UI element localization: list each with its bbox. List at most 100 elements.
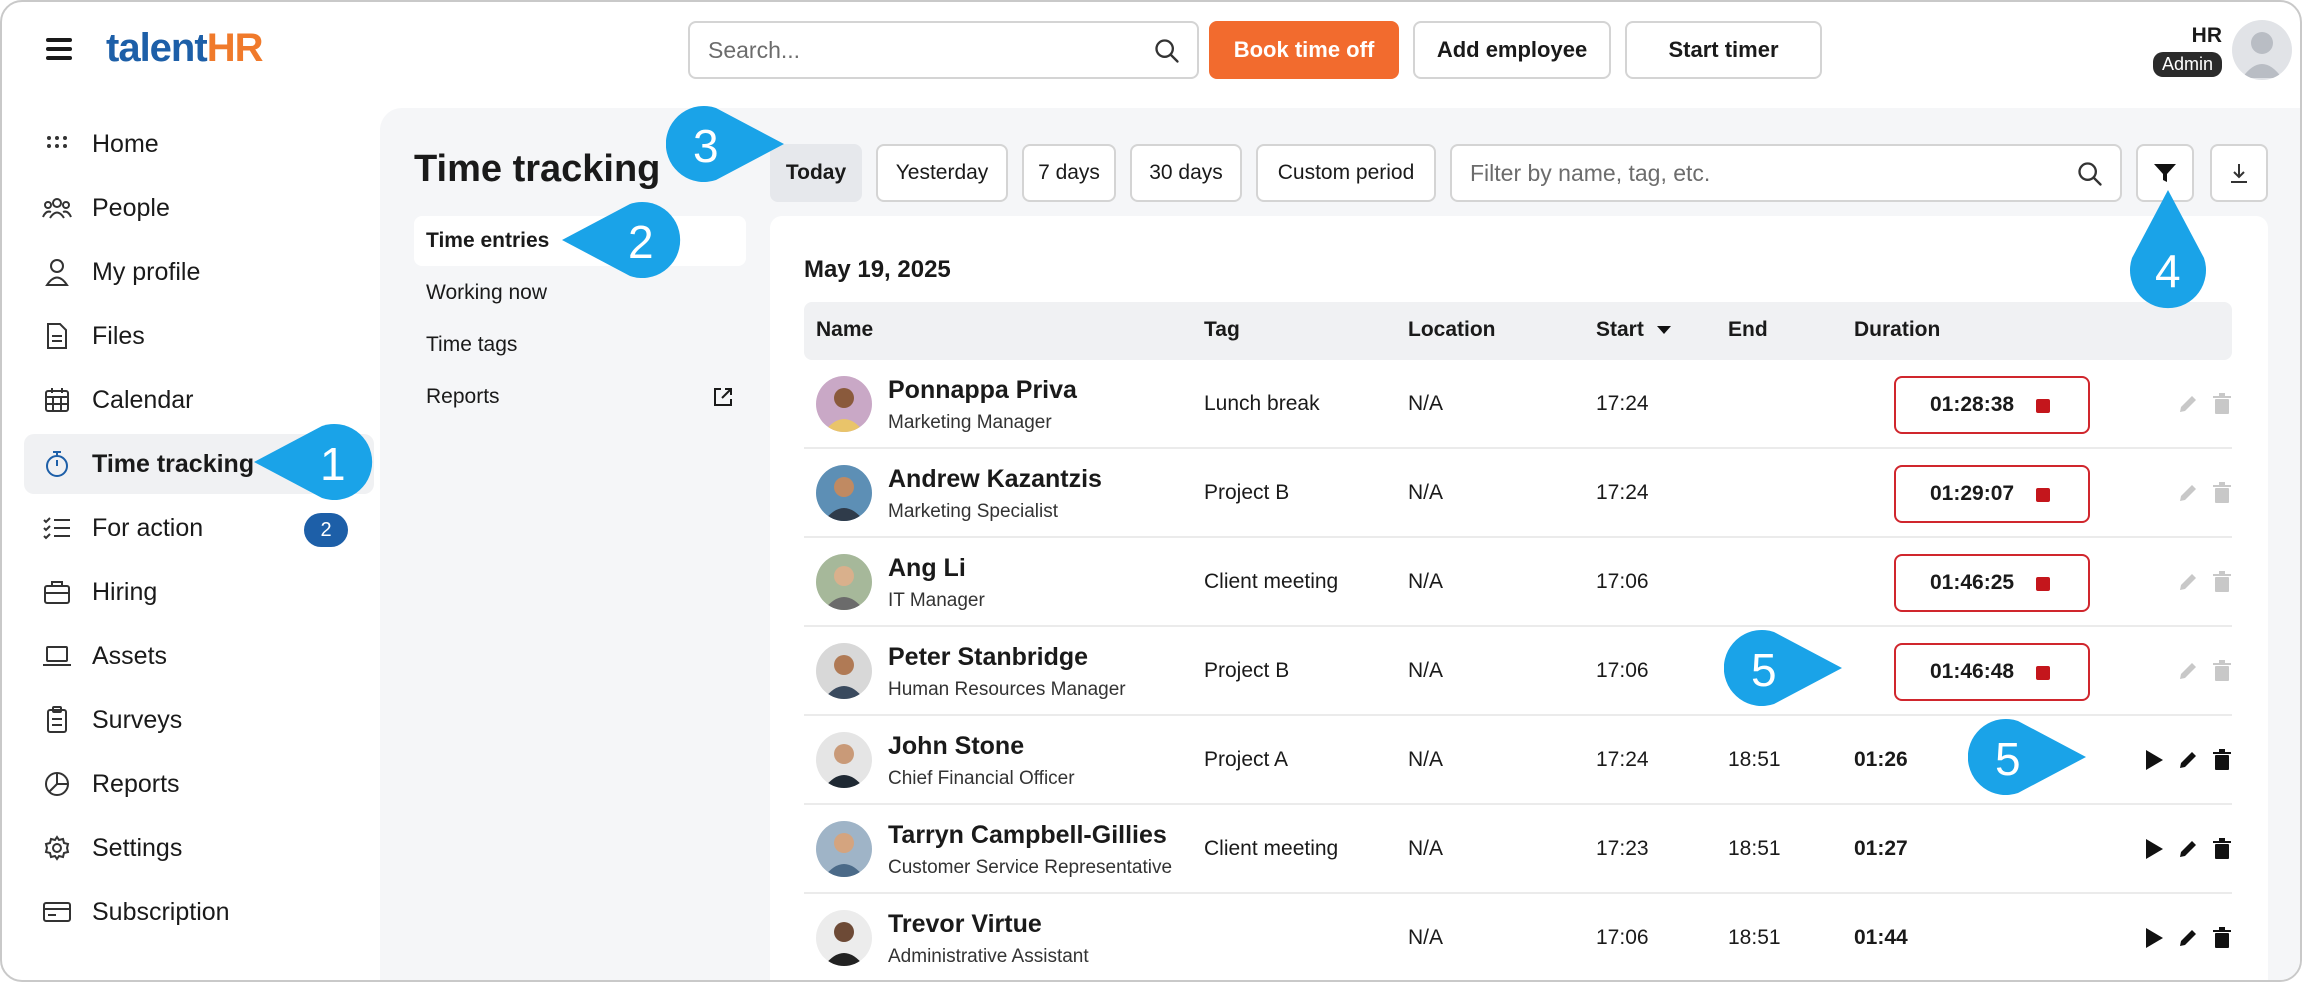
employee-name[interactable]: Trevor Virtue (888, 910, 1042, 939)
col-duration[interactable]: Duration (1854, 318, 1940, 342)
period-yesterday-button[interactable]: Yesterday (876, 144, 1008, 202)
search-input[interactable] (690, 23, 1130, 77)
play-icon[interactable] (2140, 924, 2168, 952)
sidebar-item-assets[interactable]: Assets (24, 626, 374, 686)
table-row[interactable]: Ang Li IT Manager Client meeting N/A 17:… (804, 538, 2232, 627)
play-icon[interactable] (2140, 746, 2168, 774)
logo[interactable]: talentHR (106, 26, 263, 71)
external-link-icon (714, 388, 732, 406)
location-cell: N/A (1408, 392, 1444, 415)
start-cell: 17:06 (1596, 926, 1649, 949)
download-icon (2231, 164, 2247, 183)
sidebar-item-surveys[interactable]: Surveys (24, 690, 374, 750)
tag-cell: Project B (1204, 659, 1290, 682)
running-timer[interactable]: 01:46:25 (1894, 554, 2090, 612)
filter-box (1450, 144, 2122, 202)
running-timer[interactable]: 01:28:38 (1894, 376, 2090, 434)
clipboard-icon (42, 705, 72, 735)
subnav-time-tags[interactable]: Time tags (414, 320, 746, 370)
sidebar-item-subscription[interactable]: Subscription (24, 882, 374, 942)
filter-input[interactable] (1452, 146, 2052, 200)
period-7-days-button[interactable]: 7 days (1022, 144, 1116, 202)
employee-name[interactable]: Tarryn Campbell-Gillies (888, 821, 1167, 850)
location-cell: N/A (1408, 659, 1444, 682)
location-cell: N/A (1408, 837, 1444, 860)
trash-icon[interactable] (2208, 835, 2236, 863)
edit-icon (2174, 390, 2202, 418)
sidebar-item-label: People (92, 193, 170, 222)
employee-name[interactable]: Andrew Kazantzis (888, 465, 1102, 494)
col-location[interactable]: Location (1408, 318, 1496, 342)
employee-role: IT Manager (888, 590, 985, 611)
running-timer[interactable]: 01:46:48 (1894, 643, 2090, 701)
person-icon (42, 257, 72, 287)
table-row[interactable]: Trevor Virtue Administrative Assistant N… (804, 894, 2232, 980)
edit-icon[interactable] (2174, 924, 2202, 952)
card-icon (42, 897, 72, 927)
sidebar-item-label: For action (92, 513, 204, 542)
stop-icon[interactable] (2036, 666, 2050, 680)
table-row[interactable]: Tarryn Campbell-Gillies Customer Service… (804, 805, 2232, 894)
edit-icon[interactable] (2174, 746, 2202, 774)
tag-cell: Lunch break (1204, 392, 1320, 415)
edit-icon[interactable] (2174, 835, 2202, 863)
sidebar-item-hiring[interactable]: Hiring (24, 562, 374, 622)
book-time-off-button[interactable]: Book time off (1209, 21, 1399, 79)
trash-icon (2208, 390, 2236, 418)
sidebar-item-label: Calendar (92, 385, 194, 414)
trash-icon[interactable] (2208, 746, 2236, 774)
stop-icon[interactable] (2036, 577, 2050, 591)
sidebar-item-settings[interactable]: Settings (24, 818, 374, 878)
sidebar-item-label: Assets (92, 641, 168, 670)
sidebar-item-calendar[interactable]: Calendar (24, 370, 374, 430)
checklist-icon (42, 513, 72, 543)
employee-role: Marketing Manager (888, 412, 1052, 433)
table-row[interactable]: Peter Stanbridge Human Resources Manager… (804, 627, 2232, 716)
col-name[interactable]: Name (816, 318, 873, 342)
sidebar-item-my-profile[interactable]: My profile (24, 242, 374, 302)
page-title: Time tracking (414, 148, 661, 190)
laptop-icon (42, 641, 72, 671)
search-icon[interactable] (1153, 37, 1181, 65)
sidebar-item-label: Home (92, 129, 159, 158)
employee-name[interactable]: Ponnappa Priva (888, 376, 1077, 405)
employee-name[interactable]: Peter Stanbridge (888, 643, 1088, 672)
download-button[interactable] (2210, 144, 2268, 202)
sidebar-item-files[interactable]: Files (24, 306, 374, 366)
sidebar-item-home[interactable]: Home (24, 114, 374, 174)
end-cell: 18:51 (1728, 926, 1781, 949)
menu-icon[interactable] (46, 38, 72, 60)
employee-role: Administrative Assistant (888, 946, 1089, 967)
play-icon[interactable] (2140, 835, 2168, 863)
trash-icon[interactable] (2208, 924, 2236, 952)
avatar[interactable] (2232, 20, 2292, 80)
table-row[interactable]: Andrew Kazantzis Marketing Specialist Pr… (804, 449, 2232, 538)
tag-cell: Project A (1204, 748, 1289, 771)
col-tag[interactable]: Tag (1204, 318, 1240, 342)
start-timer-button[interactable]: Start timer (1625, 21, 1822, 79)
add-employee-button[interactable]: Add employee (1413, 21, 1611, 79)
avatar (816, 465, 872, 521)
callout-5-timer: 5 (1723, 628, 1844, 708)
employee-name[interactable]: Ang Li (888, 554, 966, 583)
running-timer[interactable]: 01:29:07 (1894, 465, 2090, 523)
period-custom-button[interactable]: Custom period (1256, 144, 1436, 202)
col-start[interactable]: Start (1596, 318, 1672, 342)
stop-icon[interactable] (2036, 399, 2050, 413)
sidebar-item-people[interactable]: People (24, 178, 374, 238)
table-row[interactable]: Ponnappa Priva Marketing Manager Lunch b… (804, 360, 2232, 449)
location-cell: N/A (1408, 926, 1444, 949)
app-window: talentHR Book time off Add employee Star… (0, 0, 2302, 982)
stop-icon[interactable] (2036, 488, 2050, 502)
user-menu[interactable]: HR Admin (2152, 24, 2222, 77)
sidebar-item-for-action[interactable]: For action 2 (24, 498, 374, 558)
col-end[interactable]: End (1728, 318, 1768, 342)
employee-name[interactable]: John Stone (888, 732, 1024, 761)
start-cell: 17:24 (1596, 392, 1649, 415)
sidebar-item-reports[interactable]: Reports (24, 754, 374, 814)
subnav-reports[interactable]: Reports (414, 372, 746, 422)
period-30-days-button[interactable]: 30 days (1130, 144, 1242, 202)
callout-3: 3 (665, 104, 786, 184)
search-icon[interactable] (2076, 160, 2104, 188)
sidebar-item-label: Reports (92, 769, 180, 798)
